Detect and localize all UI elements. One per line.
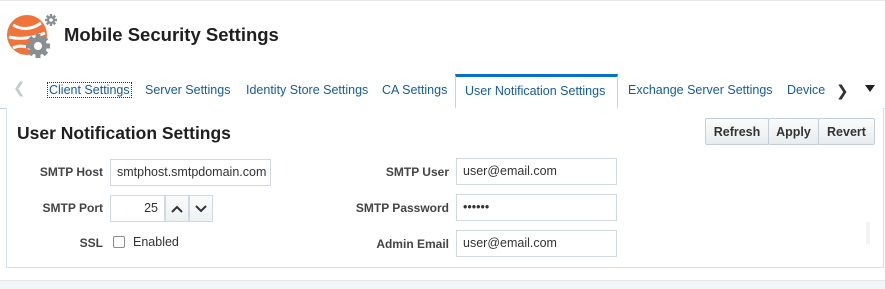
tab-user-notification-settings-label: User Notification Settings bbox=[465, 84, 606, 98]
app-header: Mobile Security Settings bbox=[0, 0, 885, 70]
chevron-down-icon bbox=[195, 204, 207, 212]
tab-device[interactable]: Device bbox=[787, 83, 825, 97]
panel-scrollbar[interactable] bbox=[866, 222, 870, 244]
tab-server-settings[interactable]: Server Settings bbox=[145, 83, 230, 97]
port-decrement-button[interactable] bbox=[189, 195, 213, 222]
active-tab-gap bbox=[456, 107, 617, 109]
admin-email-input[interactable]: user@email.com bbox=[456, 230, 617, 257]
smtp-user-label: SMTP User bbox=[385, 165, 449, 179]
smtp-password-input[interactable]: •••••• bbox=[456, 194, 617, 221]
apply-button[interactable]: Apply bbox=[768, 118, 819, 145]
tab-user-notification-settings[interactable]: User Notification Settings bbox=[455, 74, 618, 108]
tab-scroll-left-icon[interactable]: ❮ bbox=[13, 81, 27, 96]
smtp-user-input[interactable]: user@email.com bbox=[456, 158, 617, 185]
panel-title: User Notification Settings bbox=[17, 123, 231, 143]
refresh-button[interactable]: Refresh bbox=[705, 118, 769, 145]
smtp-port-input[interactable]: 25 bbox=[110, 195, 165, 222]
chevron-up-icon bbox=[171, 205, 183, 213]
tab-identity-store-settings[interactable]: Identity Store Settings bbox=[246, 83, 368, 97]
tab-client-settings[interactable]: Client Settings bbox=[47, 82, 132, 98]
app-logo-icon bbox=[5, 11, 57, 59]
admin-email-label: Admin Email bbox=[376, 237, 449, 251]
smtp-host-label: SMTP Host bbox=[39, 165, 103, 179]
ssl-label: SSL bbox=[79, 236, 103, 250]
smtp-password-label: SMTP Password bbox=[355, 201, 449, 215]
tab-ca-settings[interactable]: CA Settings bbox=[382, 83, 447, 97]
ssl-enabled-label[interactable]: Enabled bbox=[133, 235, 179, 249]
tab-overflow-menu-icon[interactable] bbox=[865, 85, 875, 92]
ssl-enabled-checkbox[interactable] bbox=[113, 236, 125, 248]
smtp-port-label: SMTP Port bbox=[42, 201, 103, 215]
port-increment-button[interactable] bbox=[165, 195, 189, 222]
settings-tabbar: ❮ Client Settings Server Settings Identi… bbox=[0, 73, 885, 109]
revert-button[interactable]: Revert bbox=[818, 118, 875, 145]
tab-scroll-right-icon[interactable]: ❯ bbox=[836, 82, 849, 100]
tab-exchange-server-settings[interactable]: Exchange Server Settings bbox=[628, 83, 773, 97]
smtp-host-input[interactable]: smtphost.smtpdomain.com bbox=[110, 159, 271, 186]
app-title: Mobile Security Settings bbox=[64, 24, 279, 45]
